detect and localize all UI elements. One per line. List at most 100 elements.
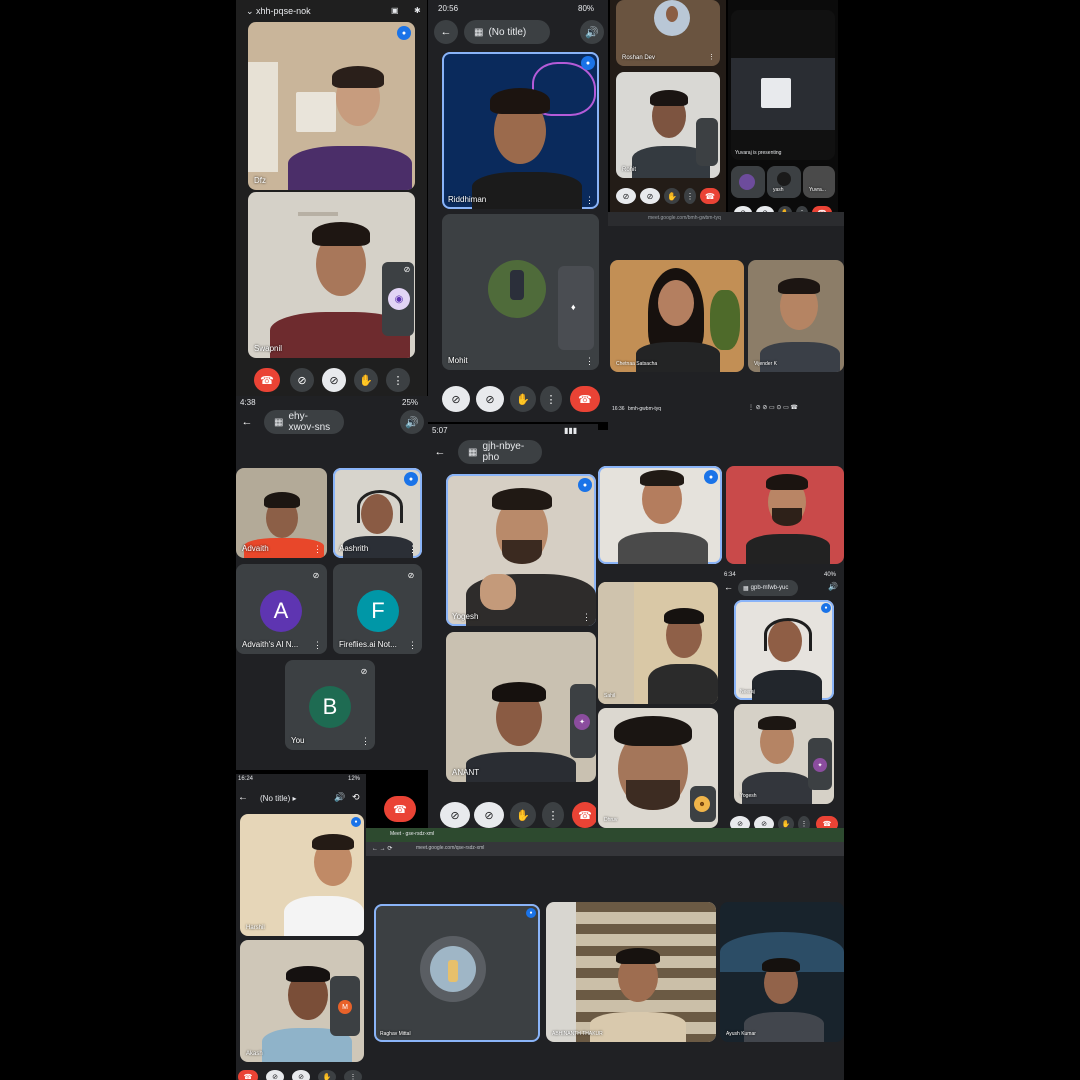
status-battery: 12% (348, 776, 361, 782)
tile-more-icon[interactable]: ⋮ (313, 545, 322, 554)
participant-tile[interactable]: ● Aashrith ⋮ (333, 468, 422, 558)
speaker-button[interactable]: 🔊 (828, 582, 838, 591)
end-call-button[interactable]: ☎ (254, 368, 280, 392)
self-view-pip[interactable]: M (330, 976, 360, 1036)
camera-off-button[interactable]: ⊘ (440, 802, 470, 828)
participant-tile[interactable]: Vijender K (748, 260, 844, 372)
mic-off-button[interactable]: ⊘ (476, 386, 504, 412)
switch-camera-button[interactable]: ⟲ (352, 792, 360, 803)
mic-off-button[interactable]: ⊘ (322, 368, 346, 392)
participant-tile[interactable]: ✦ ANANT (446, 632, 596, 782)
raise-hand-button[interactable]: ✋ (354, 368, 378, 392)
tile-more-icon[interactable]: ⋮ (708, 53, 715, 62)
status-time: 20:56 (438, 4, 459, 13)
mic-off-button[interactable]: ⊘ (640, 188, 660, 204)
mic-off-button[interactable]: ⊘ (474, 802, 504, 828)
more-options-button[interactable]: ⋮ (386, 368, 410, 392)
ai-notetaker-tile[interactable]: A ⊘ Advaith's AI N... ⋮ (236, 564, 327, 654)
speaker-button[interactable]: 🔊 (400, 410, 424, 434)
participant-tile[interactable]: ● Neeraj (734, 600, 834, 700)
back-button[interactable]: ← (238, 792, 248, 803)
meeting-code-pill[interactable]: ▦ gpb-mfwb-yuc (738, 580, 798, 596)
participant-tile[interactable]: M Akash (240, 940, 364, 1062)
meeting-title[interactable]: (No title) ▸ (260, 794, 296, 803)
more-options-button[interactable]: ⋮ (540, 386, 562, 412)
back-button[interactable]: ← (434, 20, 458, 44)
end-call-button[interactable]: ☎ (238, 1070, 258, 1080)
ai-notetaker-tile[interactable]: F ⊘ Fireflies.ai Not... ⋮ (333, 564, 422, 654)
browser-nav-icons[interactable]: ← → ⟳ (372, 845, 392, 852)
raise-hand-button[interactable]: ✋ (664, 188, 680, 204)
raise-hand-button[interactable]: ✋ (510, 386, 536, 412)
tile-more-icon[interactable]: ⋮ (585, 357, 594, 366)
camera-off-button[interactable]: ⊘ (616, 188, 636, 204)
tile-more-icon[interactable]: ⋮ (313, 641, 322, 650)
participant-tile[interactable]: ● Harshil (240, 814, 364, 936)
camera-off-button[interactable]: ⊘ (266, 1070, 284, 1080)
participant-tile[interactable]: ● Dfz (248, 22, 415, 190)
tile-more-icon[interactable]: ⋮ (361, 737, 370, 746)
end-call-button[interactable]: ☎ (572, 802, 598, 828)
camera-icon[interactable]: ▣ (391, 6, 399, 15)
participant-tile[interactable]: Roshan Dev ⋮ (616, 0, 720, 66)
participant-tile[interactable]: Ayush Kumar (720, 902, 844, 1042)
participant-tile[interactable]: ● Yogesh ⋮ (446, 474, 596, 626)
meeting-code[interactable]: ⌄ xhh-pqse-nok (246, 6, 311, 17)
participant-name: Yogesh (452, 612, 479, 621)
camera-off-button[interactable]: ⊘ (290, 368, 314, 392)
participant-tile[interactable]: ✦ Yogesh (734, 704, 834, 804)
participant-beard (772, 508, 802, 526)
self-view-pip[interactable]: ☻ (690, 786, 716, 822)
control-bar[interactable]: ⋮ ⊘ ⊘ ▭ ⊙ ▭ ☎ (748, 404, 844, 414)
participant-tile[interactable]: ● Riddhiman ⋮ (442, 52, 599, 209)
raise-hand-button[interactable]: ✋ (510, 802, 536, 828)
mic-off-button[interactable]: ⊘ (292, 1070, 310, 1080)
meeting-code-pill[interactable]: ▦ gjh-nbye-pho (458, 440, 542, 464)
back-button[interactable]: ← (724, 582, 733, 592)
thumb-tile[interactable]: Yuvra... (803, 166, 835, 198)
end-call-button[interactable]: ☎ (384, 796, 416, 822)
more-options-button[interactable]: ⋮ (344, 1070, 362, 1080)
camera-off-button[interactable]: ⊘ (442, 386, 470, 412)
more-options-button[interactable]: ⋮ (684, 188, 696, 204)
participant-tile[interactable]: Chetnaa Satsacha (610, 260, 744, 372)
participant-tile[interactable]: ● (598, 466, 722, 564)
thumb-tile[interactable] (731, 166, 765, 198)
end-call-button[interactable]: ☎ (570, 386, 600, 412)
back-button[interactable]: ← (236, 410, 258, 434)
end-call-button[interactable]: ☎ (700, 188, 720, 204)
self-tile[interactable]: B ⊘ You ⋮ (285, 660, 375, 750)
self-view-pip[interactable]: ♦ (558, 266, 594, 350)
tile-more-icon[interactable]: ⋮ (408, 641, 417, 650)
meeting-code-pill[interactable]: ▦ ehy-xwov-sns (264, 410, 344, 434)
address-bar[interactable]: meet.google.com/qse-rsdz-xml (416, 845, 484, 851)
speaker-button[interactable]: 🔊 (334, 792, 345, 803)
tile-more-icon[interactable]: ⋮ (582, 613, 591, 622)
participant-body (472, 172, 582, 209)
chevron-down-icon[interactable]: ⌄ (246, 6, 256, 16)
participant-tile[interactable]: Sahil (598, 582, 718, 704)
participant-tile[interactable]: Advaith ⋮ (236, 468, 327, 558)
meeting-title-pill[interactable]: ▦ (No title) (464, 20, 550, 44)
participant-tile[interactable] (726, 466, 844, 564)
self-view-pip[interactable] (696, 118, 718, 166)
participant-tile[interactable]: ABHINANTH THAKUR (546, 902, 716, 1042)
avatar (488, 260, 546, 318)
participant-tile[interactable]: ♦ Mohit ⋮ (442, 214, 599, 370)
tile-more-icon[interactable]: ⋮ (408, 545, 417, 554)
self-view-pip[interactable]: ✦ (570, 684, 596, 758)
participant-tile[interactable]: ◉ ⊘ Swapnil (248, 192, 415, 358)
browser-tab[interactable]: Meet - gse-rsdz-xml (390, 831, 434, 837)
participant-tile[interactable]: Rohit (616, 72, 720, 178)
back-button[interactable]: ← (428, 440, 452, 464)
participant-name: Vijender K (754, 361, 777, 367)
raise-hand-button[interactable]: ✋ (318, 1070, 336, 1080)
self-view-pip[interactable]: ✦ (808, 738, 832, 790)
address-bar[interactable]: meet.google.com/bmh-gwbm-tyq (648, 215, 721, 221)
speaker-button[interactable]: 🔊 (580, 20, 604, 44)
thumb-tile[interactable]: yash (767, 166, 801, 198)
screen-share-tile[interactable]: Yuvaraj is presenting (731, 10, 835, 160)
tile-more-icon[interactable]: ⋮ (585, 196, 594, 205)
more-options-button[interactable]: ⋮ (542, 802, 564, 828)
participant-tile[interactable]: ● Raghav Mittal (374, 904, 540, 1042)
